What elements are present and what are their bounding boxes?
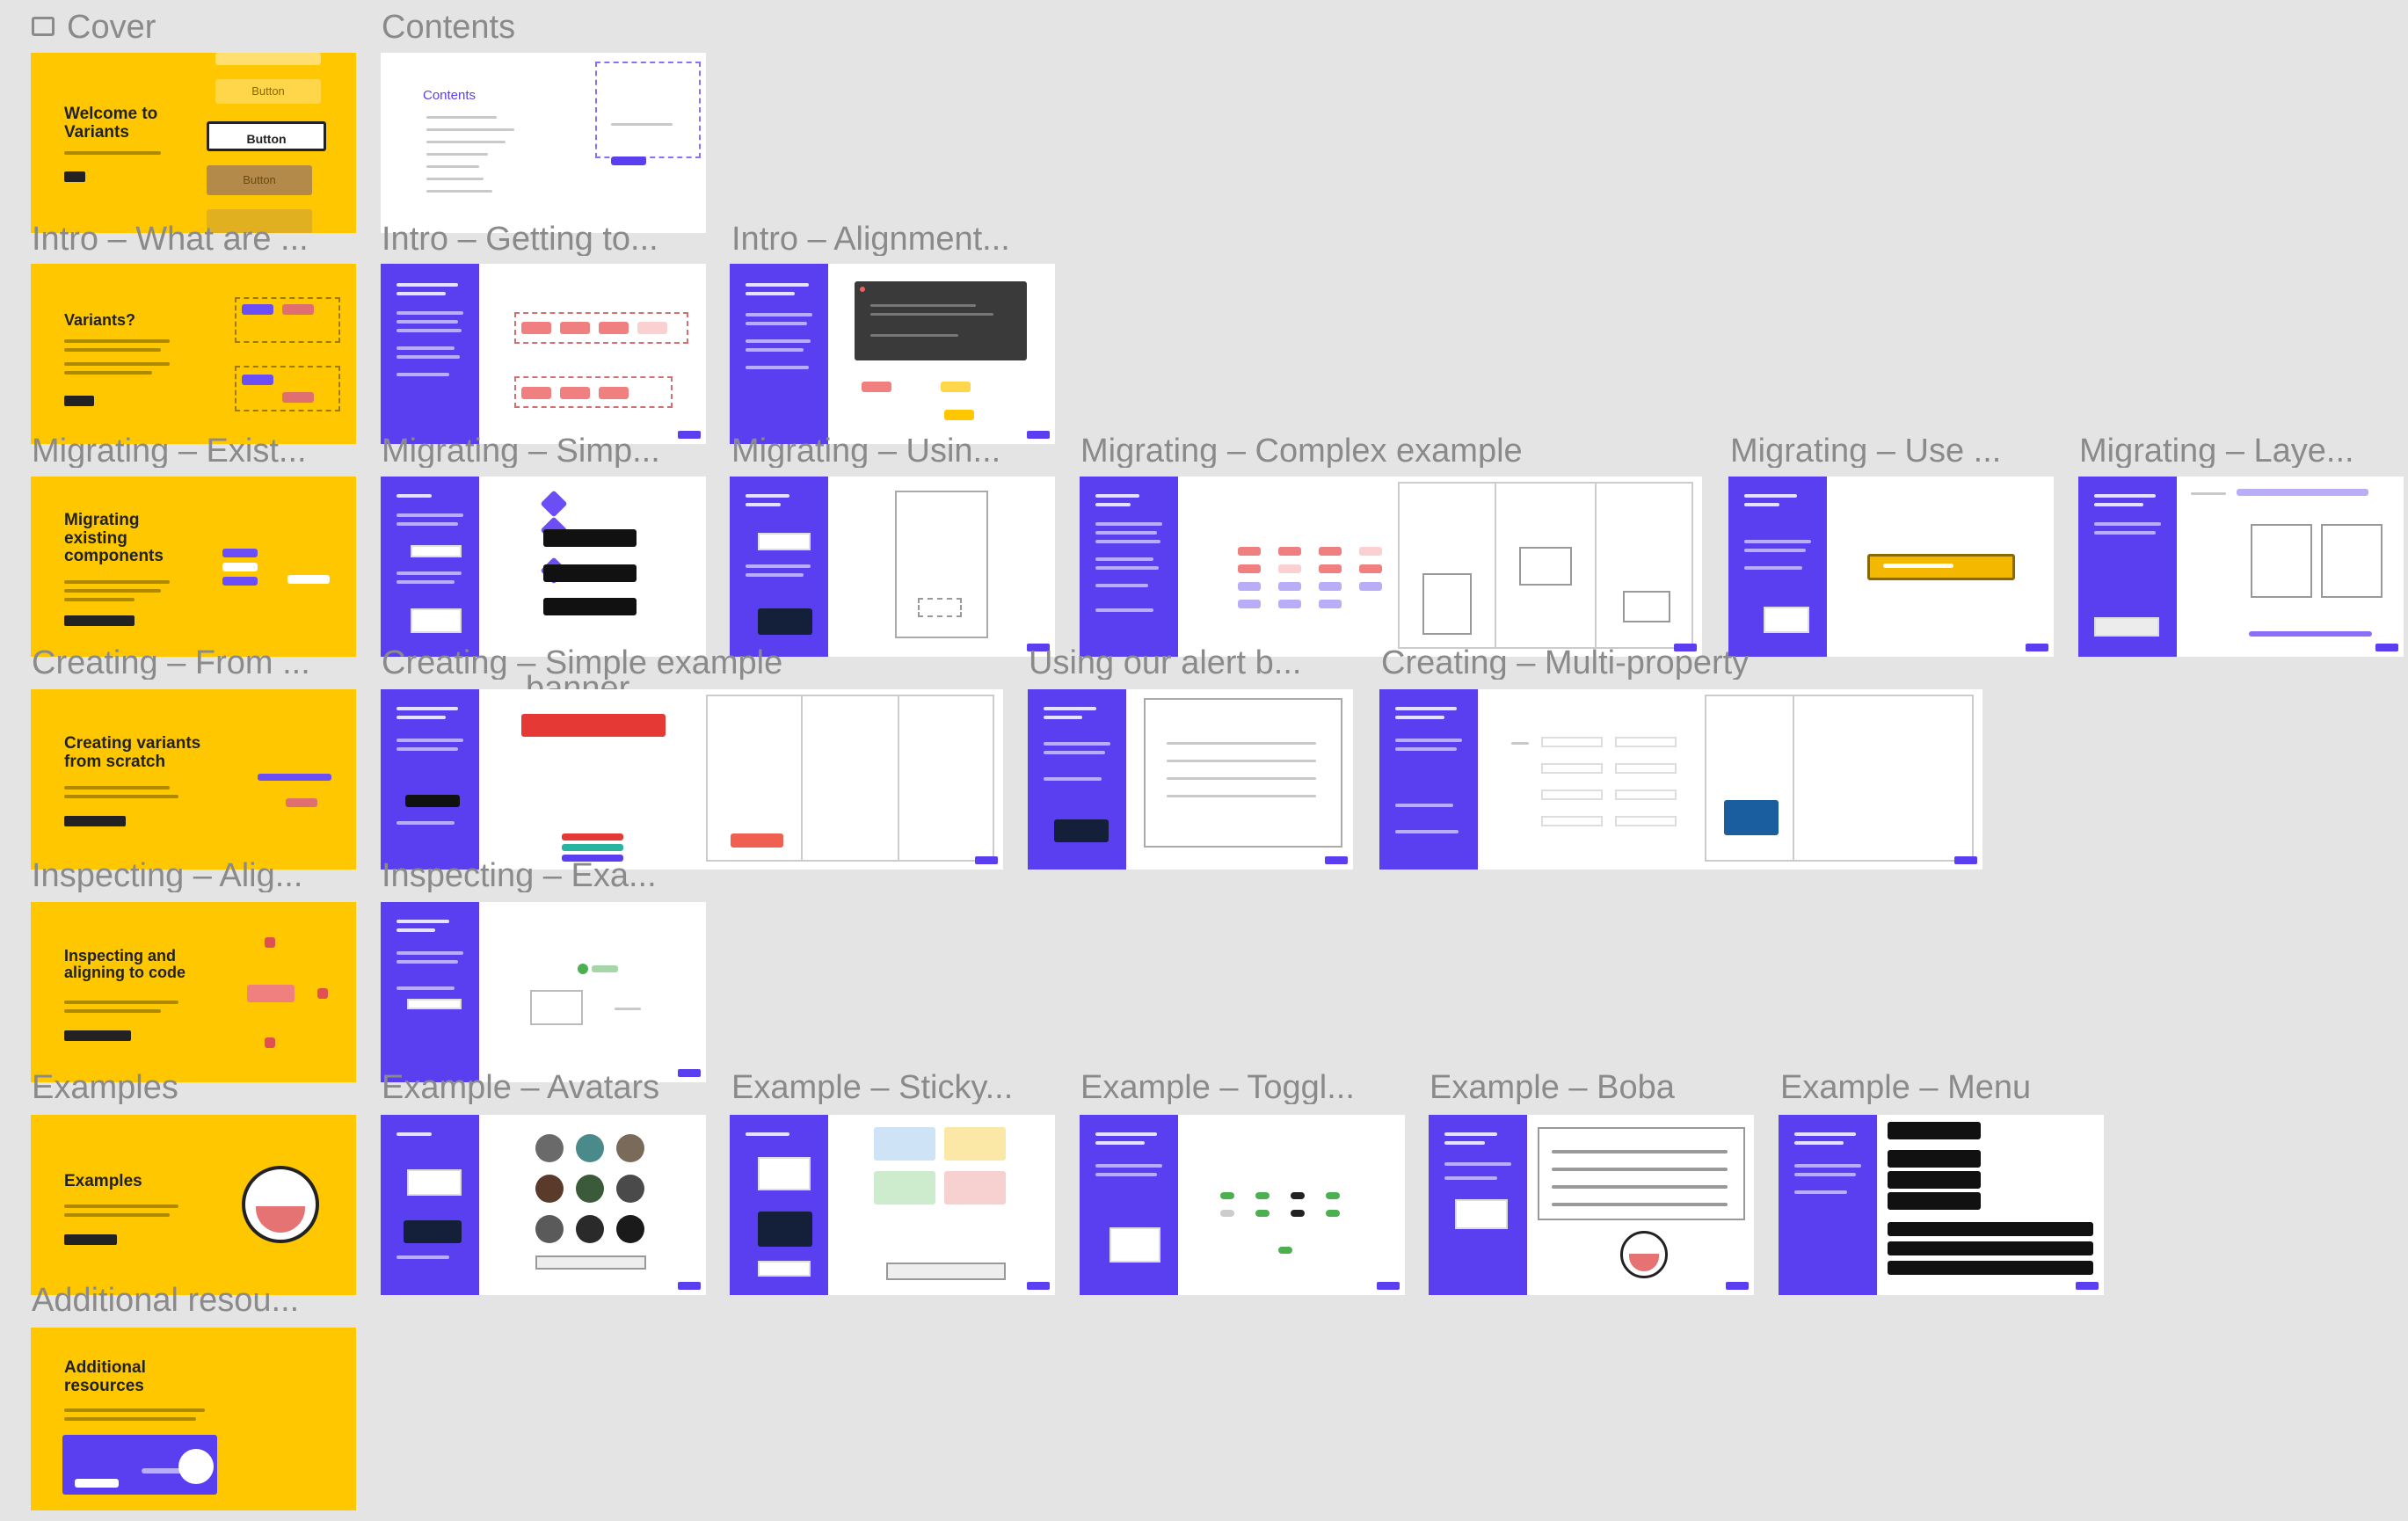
frame-label-creating-from[interactable]: Creating – From ... xyxy=(32,646,331,680)
frame-label-migrating-exist[interactable]: Migrating – Exist... xyxy=(32,434,331,468)
clock-icon xyxy=(178,1449,214,1484)
frame-label-example-avatars[interactable]: Example – Avatars xyxy=(382,1071,659,1104)
thumbnail-cover[interactable]: Welcome to Variants Button Button Button xyxy=(31,53,356,233)
thumbnail-creating-multi[interactable] xyxy=(1379,689,1982,870)
frame-label-using-alert[interactable]: Using our alert b... xyxy=(1029,646,1336,680)
thumbnail-migrating-complex[interactable] xyxy=(1080,477,1702,657)
frame-label-example-sticky[interactable]: Example – Sticky... xyxy=(731,1071,1048,1104)
frame-label-migrating-laye[interactable]: Migrating – Laye... xyxy=(2079,434,2387,468)
frame-label-migrating-use[interactable]: Migrating – Use ... xyxy=(1730,434,2038,468)
thumbnail-migrating-exist[interactable]: Migrating existing components xyxy=(31,477,356,657)
frame-label-inspecting-alig[interactable]: Inspecting – Alig... xyxy=(32,859,331,892)
creating-title: Creating variants from scratch xyxy=(64,734,201,771)
frame-label-example-boba[interactable]: Example – Boba xyxy=(1430,1071,1675,1104)
migrating-title: Migrating existing components xyxy=(64,511,164,566)
thumbnail-inspecting-alig[interactable]: Inspecting and aligning to code xyxy=(31,902,356,1082)
frame-label-migrating-simp[interactable]: Migrating – Simp... xyxy=(382,434,689,468)
thumbnail-example-menu[interactable] xyxy=(1779,1115,2104,1295)
thumbnail-example-boba[interactable] xyxy=(1429,1115,1754,1295)
additional-title: Additional resources xyxy=(64,1358,146,1395)
thumbnail-migrating-use[interactable] xyxy=(1728,477,2054,657)
thumbnail-intro-alignment[interactable] xyxy=(730,264,1055,444)
inspecting-title: Inspecting and aligning to code xyxy=(64,947,186,982)
cover-button-pressed: Button xyxy=(207,165,312,195)
frame-label-migrating-complex[interactable]: Migrating – Complex example xyxy=(1080,434,1523,468)
thumbnail-example-toggl[interactable] xyxy=(1080,1115,1405,1295)
frame-label-intro-alignment[interactable]: Intro – Alignment... xyxy=(731,222,1057,256)
thumbnail-intro-what[interactable]: Variants? xyxy=(31,264,356,444)
thumbnail-inspecting-exa[interactable] xyxy=(381,902,706,1082)
cover-title: Welcome to Variants xyxy=(64,105,158,142)
thumbnail-examples[interactable]: Examples xyxy=(31,1115,356,1295)
frame-label-migrating-usin[interactable]: Migrating – Usin... xyxy=(731,434,1039,468)
thumbnail-additional[interactable]: Additional resources xyxy=(31,1328,356,1510)
contents-heading: Contents xyxy=(423,88,477,103)
frame-label-example-toggl[interactable]: Example – Toggl... xyxy=(1080,1071,1379,1104)
thumbnail-creating-simple[interactable] xyxy=(381,689,1003,870)
frame-label-creating-multi[interactable]: Creating – Multi-property xyxy=(1381,646,1749,680)
thumbnail-migrating-usin[interactable] xyxy=(730,477,1055,657)
thumbnail-using-alert[interactable] xyxy=(1028,689,1353,870)
frame-label-examples[interactable]: Examples xyxy=(32,1071,178,1104)
thumbnail-creating-from[interactable]: Creating variants from scratch xyxy=(31,689,356,870)
cover-button-ghost: Button xyxy=(215,79,321,104)
frame-label-cover[interactable]: Cover xyxy=(32,11,156,44)
thumbnail-intro-getting[interactable] xyxy=(381,264,706,444)
cover-frame-icon xyxy=(32,16,55,36)
thumbnail-contents[interactable]: Contents xyxy=(381,53,706,233)
frame-label-example-menu[interactable]: Example – Menu xyxy=(1780,1071,2031,1104)
cover-button-primary: Button xyxy=(207,121,326,151)
thumbnail-migrating-laye[interactable] xyxy=(2078,477,2404,657)
frame-label-additional[interactable]: Additional resou... xyxy=(32,1284,331,1317)
thumbnail-example-avatars[interactable] xyxy=(381,1115,706,1295)
thumbnail-example-sticky[interactable] xyxy=(730,1115,1055,1295)
examples-title: Examples xyxy=(64,1172,142,1190)
thumbnail-migrating-simp[interactable] xyxy=(381,477,706,657)
frame-label-inspecting-exa[interactable]: Inspecting – Exa... xyxy=(382,859,689,892)
frame-label-intro-what[interactable]: Intro – What are ... xyxy=(32,222,331,256)
frame-label-intro-getting[interactable]: Intro – Getting to... xyxy=(382,222,698,256)
intro-what-title: Variants? xyxy=(64,311,136,329)
frame-label-contents[interactable]: Contents xyxy=(382,11,515,44)
